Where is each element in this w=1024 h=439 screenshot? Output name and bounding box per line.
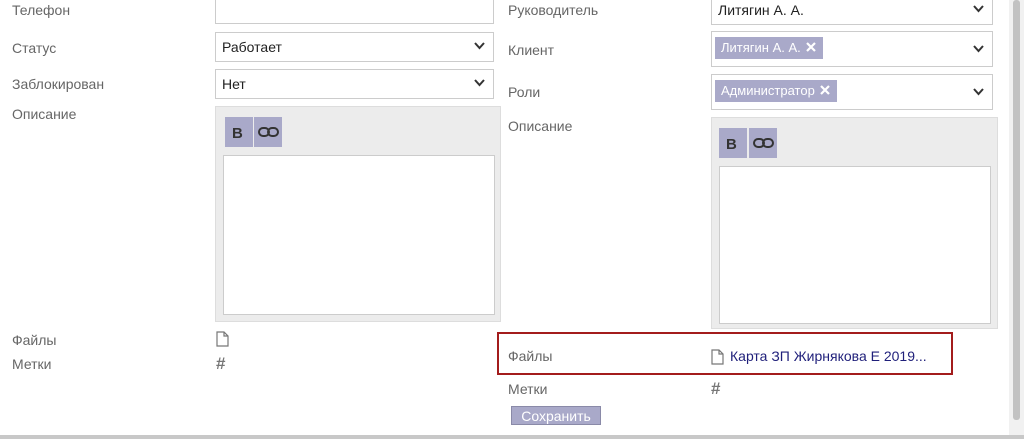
files-label: Файлы — [12, 332, 57, 348]
link-button[interactable] — [254, 117, 282, 147]
files-label: Файлы — [508, 348, 553, 364]
client-select[interactable]: Литягин А. А. — [711, 31, 993, 67]
blocked-label: Заблокирован — [12, 76, 105, 92]
chevron-down-icon — [973, 5, 984, 13]
roles-label: Роли — [508, 84, 541, 100]
link-icon — [753, 138, 774, 148]
client-label: Клиент — [508, 42, 555, 58]
status-value: Работает — [222, 39, 282, 55]
link-button[interactable] — [749, 128, 777, 158]
description-textarea[interactable] — [719, 166, 991, 324]
client-chip: Литягин А. А. — [715, 37, 823, 59]
chevron-down-icon — [474, 79, 485, 87]
hash-icon[interactable]: # — [711, 379, 720, 399]
phone-input[interactable] — [215, 0, 494, 24]
description-label: Описание — [508, 118, 573, 134]
file-icon — [711, 349, 724, 365]
link-icon — [258, 127, 279, 137]
manager-label: Руководитель — [508, 2, 599, 18]
manager-value: Литягин А. А. — [718, 2, 804, 18]
tags-label: Метки — [12, 356, 52, 372]
description-editor: B — [215, 106, 501, 322]
bold-icon: B — [726, 136, 737, 151]
roles-select[interactable]: Администратор — [711, 74, 993, 110]
roles-chip-label: Администратор — [721, 83, 815, 98]
scrollbar-thumb[interactable] — [1013, 0, 1020, 420]
save-button[interactable]: Сохранить — [511, 406, 601, 425]
file-link[interactable]: Карта ЗП Жирнякова Е 2019... — [730, 348, 927, 364]
manager-select[interactable]: Литягин А. А. — [711, 0, 993, 25]
bold-button[interactable]: B — [719, 128, 747, 158]
hash-icon[interactable]: # — [216, 354, 225, 374]
file-icon[interactable] — [216, 331, 229, 347]
close-icon[interactable] — [819, 84, 831, 96]
bottom-divider — [0, 435, 1024, 439]
description-textarea[interactable] — [223, 155, 495, 315]
description-label: Описание — [12, 106, 77, 122]
chevron-down-icon — [474, 42, 485, 50]
description-editor: B — [711, 117, 998, 329]
status-select[interactable]: Работает — [215, 32, 494, 62]
bold-icon: B — [232, 125, 243, 140]
chevron-down-icon — [973, 88, 984, 96]
client-chip-label: Литягин А. А. — [721, 40, 801, 55]
status-label: Статус — [12, 40, 57, 56]
close-icon[interactable] — [805, 41, 817, 53]
roles-chip: Администратор — [715, 80, 837, 102]
svg-text:B: B — [232, 125, 243, 140]
svg-text:B: B — [726, 136, 737, 151]
chevron-down-icon — [973, 45, 984, 53]
bold-button[interactable]: B — [225, 117, 253, 147]
blocked-value: Нет — [222, 76, 246, 92]
blocked-select[interactable]: Нет — [215, 69, 494, 99]
phone-label: Телефон — [12, 2, 71, 18]
tags-label: Метки — [508, 381, 548, 397]
